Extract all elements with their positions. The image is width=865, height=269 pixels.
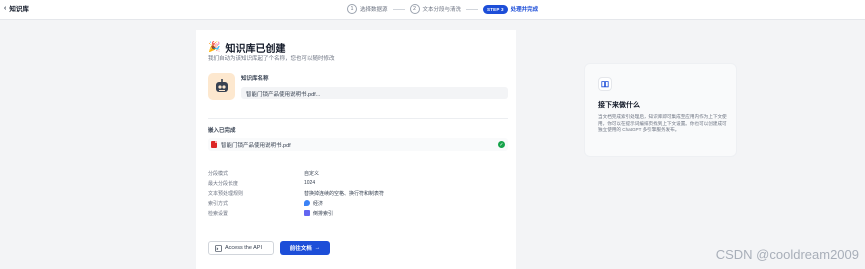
step-separator	[392, 8, 405, 10]
setting-value-text: 经济	[313, 200, 324, 207]
kb-name-label: 知识库名称	[241, 76, 269, 82]
setting-key: 索引方式	[208, 200, 229, 207]
economy-icon	[304, 200, 310, 206]
step-1-label: 选择数据源	[360, 7, 388, 13]
page-title-text: 知识库已创建	[225, 44, 286, 55]
party-popper-icon: 🎉	[208, 42, 221, 53]
file-name: 智能门锁产品使用说明书.pdf	[221, 142, 291, 149]
file-row[interactable]: 智能门锁产品使用说明书.pdf ✓	[208, 138, 508, 151]
setting-value: 经济	[304, 200, 323, 207]
kb-name-input[interactable]: 智能门锁产品使用说明书.pdf...	[241, 87, 508, 99]
back-label: 知识库	[9, 6, 29, 13]
step-3-label: 处理并完成	[510, 7, 539, 13]
embed-status-label: 嵌入已完成	[208, 128, 236, 134]
watermark: CSDN @cooldream2009	[715, 247, 859, 262]
setting-key: 检索设置	[208, 210, 229, 217]
creation-result-panel: 🎉 知识库已创建 我们自动为该知识库起了个名称，您也可以随时修改 知识库名称 智…	[196, 30, 516, 269]
check-icon: ✓	[498, 141, 505, 148]
setting-value: 自定义	[304, 170, 320, 177]
back-link[interactable]: ‹ 知识库	[4, 3, 29, 14]
next-steps-card: 接下来做什么 当文档完成索引处理后，知识库即可集成至应用内作为上下文使用，你可以…	[584, 63, 737, 157]
access-api-button[interactable]: Access the API	[208, 241, 274, 255]
kb-avatar[interactable]	[208, 73, 235, 100]
setting-key: 最大分段长度	[208, 180, 239, 187]
next-steps-text: 当文档完成索引处理后，知识库即可集成至应用内作为上下文使用，你可以在提示词编排页…	[598, 114, 727, 133]
setting-row: 文本预处理规则 替换掉连续的空格、换行符和制表符	[208, 188, 508, 198]
book-icon	[598, 77, 612, 91]
step-3: STEP 3 处理并完成	[483, 4, 539, 14]
pdf-file-icon	[211, 141, 217, 148]
go-to-documents-button[interactable]: 前往文档 →	[280, 241, 330, 255]
arrow-right-icon: →	[314, 245, 321, 251]
step-2-number: 2	[409, 4, 420, 14]
step-2-label: 文本分段与清洗	[422, 7, 462, 13]
top-bar: ‹ 知识库 1 选择数据源 2 文本分段与清洗 STEP 3 处理并完成	[0, 0, 865, 20]
action-buttons: Access the API 前往文档 →	[208, 241, 330, 255]
access-api-label: Access the API	[225, 245, 262, 251]
go-to-documents-label: 前往文档	[289, 246, 312, 252]
step-3-pill: STEP 3	[483, 4, 508, 14]
inverted-index-icon	[304, 210, 310, 216]
kb-name-section: 知识库名称 智能门锁产品使用说明书.pdf...	[208, 73, 508, 101]
back-arrow-icon: ‹	[4, 4, 7, 12]
page-title: 🎉 知识库已创建	[208, 40, 285, 55]
terminal-icon	[215, 244, 222, 252]
setting-value: 1024	[304, 180, 316, 186]
setting-row: 分段模式 自定义	[208, 168, 508, 178]
setting-value-text: 倒排索引	[313, 210, 334, 217]
setting-key: 分段模式	[208, 170, 229, 177]
page-subtitle: 我们自动为该知识库起了个名称，您也可以随时修改	[208, 56, 335, 62]
divider	[208, 118, 508, 119]
setting-row: 最大分段长度 1024	[208, 178, 508, 188]
step-separator	[466, 8, 479, 10]
setting-value: 替换掉连续的空格、换行符和制表符	[304, 190, 385, 197]
stepper: 1 选择数据源 2 文本分段与清洗 STEP 3 处理并完成	[347, 4, 538, 14]
setting-row: 索引方式 经济	[208, 198, 508, 208]
setting-row: 检索设置 倒排索引	[208, 208, 508, 218]
setting-key: 文本预处理规则	[208, 190, 244, 197]
step-2: 2 文本分段与清洗	[409, 4, 462, 14]
next-steps-title: 接下来做什么	[598, 102, 640, 109]
settings-list: 分段模式 自定义 最大分段长度 1024 文本预处理规则 替换掉连续的空格、换行…	[208, 168, 508, 218]
step-1: 1 选择数据源	[347, 4, 388, 14]
setting-value: 倒排索引	[304, 210, 333, 217]
step-1-number: 1	[347, 4, 357, 14]
robot-icon	[215, 78, 228, 92]
